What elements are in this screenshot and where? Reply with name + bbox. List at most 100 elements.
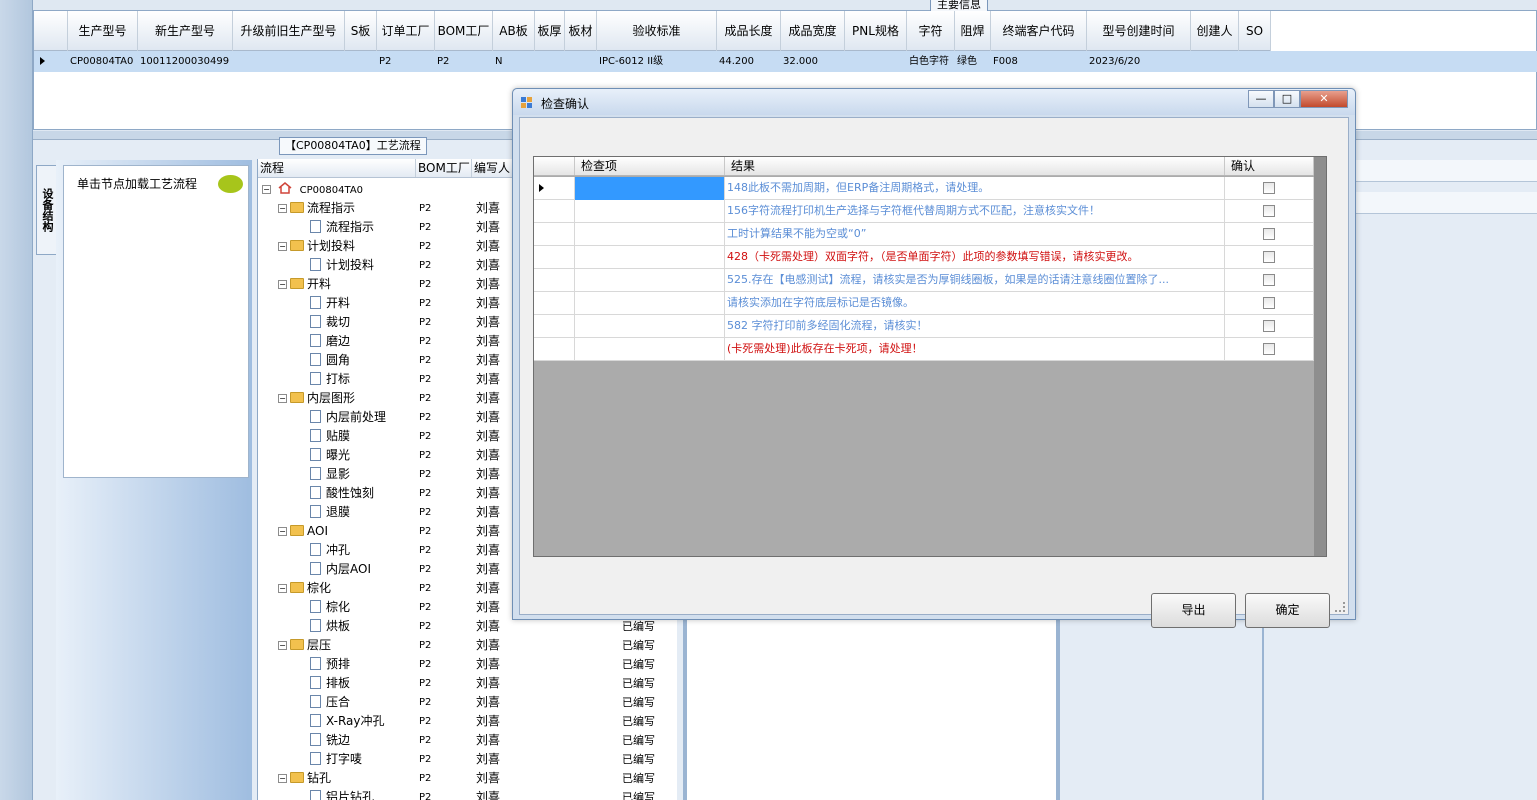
main-grid-row[interactable]: CP00804TA0 10011200030499 P2 P2 N IPC-6012 II… bbox=[34, 51, 1537, 72]
tree-row[interactable]: 排板 P2 刘喜 已编写 bbox=[258, 674, 678, 693]
maximize-button[interactable]: □ bbox=[1274, 90, 1300, 108]
main-cell[interactable]: 2023/6/20 bbox=[1087, 51, 1191, 72]
row-selector[interactable] bbox=[534, 200, 575, 223]
confirm-cell[interactable] bbox=[1225, 292, 1314, 315]
check-item-cell[interactable] bbox=[575, 338, 725, 361]
main-col-header[interactable]: SO bbox=[1239, 11, 1271, 51]
check-row[interactable]: 156字符流程打印机生产选择与字符框代替周期方式不匹配，注意核实文件！ bbox=[534, 200, 1314, 223]
main-col-header[interactable]: 阻焊 bbox=[955, 11, 991, 51]
check-row[interactable]: 请核实添加在字符底层标记是否镜像。 bbox=[534, 292, 1314, 315]
result-cell[interactable]: 428（卡死需处理）双面字符，（是否单面字符）此项的参数填写错误，请核实更改。 bbox=[725, 246, 1225, 269]
tree-row[interactable]: − 钻孔 P2 刘喜 已编写 bbox=[258, 769, 678, 788]
confirm-checkbox[interactable] bbox=[1263, 205, 1275, 217]
collapse-icon[interactable]: − bbox=[278, 584, 287, 593]
main-col-header[interactable]: 升级前旧生产型号 bbox=[233, 11, 345, 51]
main-col-header[interactable]: 生产型号 bbox=[68, 11, 138, 51]
collapse-icon[interactable]: − bbox=[278, 204, 287, 213]
main-cell[interactable] bbox=[565, 51, 597, 72]
main-col-header[interactable]: BOM工厂 bbox=[435, 11, 493, 51]
tree-row[interactable]: 压合 P2 刘喜 已编写 bbox=[258, 693, 678, 712]
node-box[interactable] bbox=[63, 165, 249, 478]
result-cell[interactable]: 156字符流程打印机生产选择与字符框代替周期方式不匹配，注意核实文件！ bbox=[725, 200, 1225, 223]
main-col-header[interactable]: 终端客户代码 bbox=[991, 11, 1087, 51]
dialog-titlebar[interactable]: 检查确认 — □ ✕ bbox=[513, 89, 1355, 115]
main-col-header[interactable]: S板 bbox=[345, 11, 377, 51]
main-cell[interactable]: 绿色 bbox=[955, 51, 991, 72]
row-selector[interactable] bbox=[534, 315, 575, 338]
main-cell[interactable]: 10011200030499 bbox=[138, 51, 233, 72]
main-cell[interactable] bbox=[535, 51, 565, 72]
confirm-checkbox[interactable] bbox=[1263, 228, 1275, 240]
check-grid[interactable]: 检查项 结果 确认 148此板不需加周期，但ERP备注周期格式，请处理。 156字… bbox=[533, 156, 1327, 557]
main-cell[interactable] bbox=[233, 51, 345, 72]
main-cell[interactable]: 32.000 bbox=[781, 51, 845, 72]
confirm-cell[interactable] bbox=[1225, 338, 1314, 361]
main-cell[interactable]: 44.200 bbox=[717, 51, 781, 72]
result-cell[interactable]: 582 字符打印前多经固化流程，请核实！ bbox=[725, 315, 1225, 338]
collapse-icon[interactable]: − bbox=[278, 280, 287, 289]
row-selector[interactable] bbox=[534, 177, 575, 200]
export-button[interactable]: 导出 bbox=[1151, 593, 1236, 628]
minimize-button[interactable]: — bbox=[1248, 90, 1274, 108]
result-cell[interactable]: 工时计算结果不能为空或“0” bbox=[725, 223, 1225, 246]
main-cell[interactable]: 白色字符 bbox=[907, 51, 955, 72]
main-cell[interactable] bbox=[845, 51, 907, 72]
check-item-cell[interactable] bbox=[575, 200, 725, 223]
check-item-cell[interactable] bbox=[575, 246, 725, 269]
tree-row[interactable]: − 层压 P2 刘喜 已编写 bbox=[258, 636, 678, 655]
collapse-icon[interactable]: − bbox=[262, 185, 271, 194]
main-col-header[interactable]: 板材 bbox=[565, 11, 597, 51]
collapse-icon[interactable]: − bbox=[278, 527, 287, 536]
ok-button[interactable]: 确定 bbox=[1245, 593, 1330, 628]
result-cell[interactable]: 525.存在【电感测试】流程，请核实是否为厚铜线圈板，如果是的话请注意线圈位置除… bbox=[725, 269, 1225, 292]
check-row[interactable]: 428（卡死需处理）双面字符，（是否单面字符）此项的参数填写错误，请核实更改。 bbox=[534, 246, 1314, 269]
check-item-cell[interactable] bbox=[575, 315, 725, 338]
tree-row[interactable]: 预排 P2 刘喜 已编写 bbox=[258, 655, 678, 674]
row-selector[interactable] bbox=[534, 223, 575, 246]
main-cell[interactable]: P2 bbox=[435, 51, 493, 72]
collapse-icon[interactable]: − bbox=[278, 242, 287, 251]
check-confirm-dialog[interactable]: 检查确认 — □ ✕ 检查项 结果 确认 148此板不需加周期，但ERP备注周期… bbox=[512, 88, 1356, 628]
main-col-header[interactable]: AB板 bbox=[493, 11, 535, 51]
check-row[interactable]: 582 字符打印前多经固化流程，请核实！ bbox=[534, 315, 1314, 338]
check-item-cell[interactable] bbox=[575, 292, 725, 315]
main-col-header[interactable]: 创建人 bbox=[1191, 11, 1239, 51]
main-col-header[interactable]: 板厚 bbox=[535, 11, 565, 51]
confirm-checkbox[interactable] bbox=[1263, 297, 1275, 309]
result-cell[interactable]: (卡死需处理)此板存在卡死项，请处理！ bbox=[725, 338, 1225, 361]
tree-row[interactable]: 铣边 P2 刘喜 已编写 bbox=[258, 731, 678, 750]
row-selector[interactable] bbox=[534, 292, 575, 315]
main-cell[interactable]: IPC-6012 II级 bbox=[597, 51, 717, 72]
confirm-checkbox[interactable] bbox=[1263, 182, 1275, 194]
collapse-icon[interactable]: − bbox=[278, 774, 287, 783]
main-cell[interactable]: F008 bbox=[991, 51, 1087, 72]
main-cell[interactable] bbox=[345, 51, 377, 72]
confirm-cell[interactable] bbox=[1225, 223, 1314, 246]
row-selector[interactable] bbox=[534, 246, 575, 269]
check-item-cell[interactable] bbox=[575, 269, 725, 292]
tree-row[interactable]: 打字唛 P2 刘喜 已编写 bbox=[258, 750, 678, 769]
collapse-icon[interactable]: − bbox=[278, 641, 287, 650]
main-col-header[interactable]: 成品宽度 bbox=[781, 11, 845, 51]
main-col-header[interactable]: 成品长度 bbox=[717, 11, 781, 51]
row-selector[interactable] bbox=[534, 269, 575, 292]
confirm-cell[interactable] bbox=[1225, 269, 1314, 292]
result-cell[interactable]: 148此板不需加周期，但ERP备注周期格式，请处理。 bbox=[725, 177, 1225, 200]
main-cell[interactable]: N bbox=[493, 51, 535, 72]
confirm-checkbox[interactable] bbox=[1263, 274, 1275, 286]
grid-scrollbar[interactable] bbox=[1314, 157, 1326, 556]
main-cell[interactable] bbox=[1239, 51, 1271, 72]
resize-grip[interactable] bbox=[1335, 602, 1345, 612]
tree-row[interactable]: X-Ray冲孔 P2 刘喜 已编写 bbox=[258, 712, 678, 731]
check-row[interactable]: 148此板不需加周期，但ERP备注周期格式，请处理。 bbox=[534, 177, 1314, 200]
close-button[interactable]: ✕ bbox=[1300, 90, 1348, 108]
main-col-header[interactable]: 验收标准 bbox=[597, 11, 717, 51]
confirm-checkbox[interactable] bbox=[1263, 343, 1275, 355]
main-col-header[interactable]: 字符 bbox=[907, 11, 955, 51]
tree-row[interactable]: 铝片钻孔 P2 刘喜 已编写 bbox=[258, 788, 678, 800]
tab-equipment-structure[interactable]: 设备结构 bbox=[36, 165, 56, 255]
check-row[interactable]: (卡死需处理)此板存在卡死项，请处理！ bbox=[534, 338, 1314, 361]
main-cell[interactable]: CP00804TA0 bbox=[68, 51, 138, 72]
main-col-header[interactable]: 型号创建时间 bbox=[1087, 11, 1191, 51]
main-cell[interactable]: P2 bbox=[377, 51, 435, 72]
